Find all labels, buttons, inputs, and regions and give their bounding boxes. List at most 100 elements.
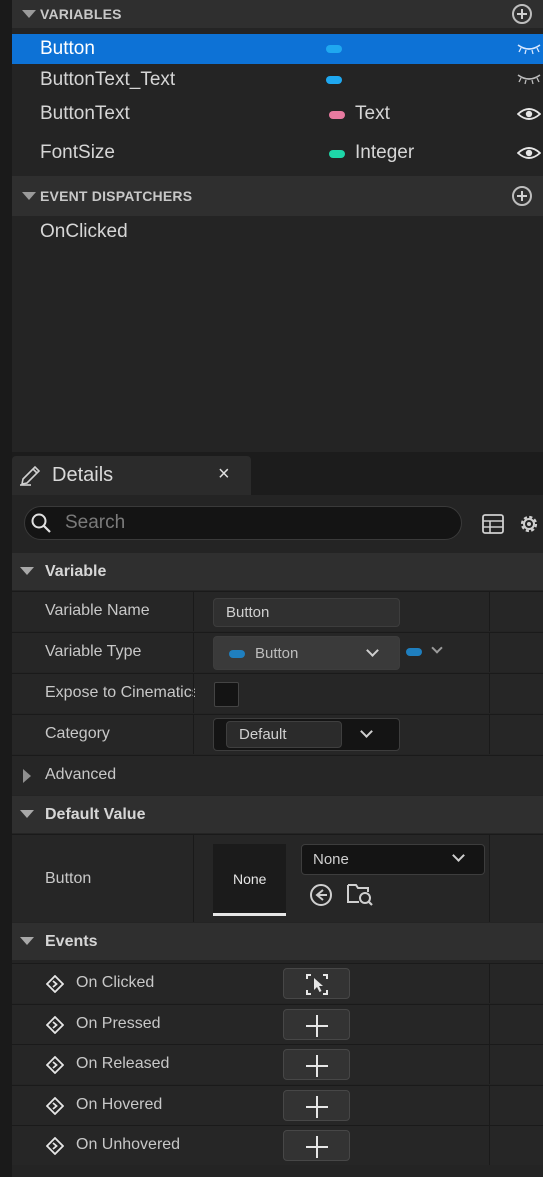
plus-icon: [306, 1136, 328, 1158]
search-input[interactable]: [65, 511, 445, 535]
variable-type-dropdown[interactable]: Button: [213, 636, 400, 670]
event-row-on-hovered: On Hovered: [12, 1085, 543, 1125]
events-category-header[interactable]: Events: [12, 923, 543, 960]
collapse-triangle-icon[interactable]: [20, 567, 34, 575]
column-splitter[interactable]: [193, 674, 194, 713]
chevron-down-icon[interactable]: [360, 725, 373, 738]
variable-name-field[interactable]: Button: [213, 598, 400, 627]
eye-icon[interactable]: [517, 146, 541, 160]
arrow-left-circle-icon[interactable]: [309, 883, 333, 907]
variable-type-pill-icon: [326, 45, 342, 53]
column-splitter[interactable]: [193, 835, 194, 922]
event-label: On Released: [76, 1055, 170, 1072]
add-event-button[interactable]: [283, 1049, 350, 1080]
expose-checkbox[interactable]: [214, 682, 239, 707]
eye-icon[interactable]: [517, 107, 541, 121]
event-row-on-unhovered: On Unhovered: [12, 1125, 543, 1165]
dispatcher-row-onclicked[interactable]: OnClicked: [12, 216, 543, 250]
advanced-row[interactable]: Advanced: [12, 755, 543, 795]
property-label: Variable Name: [45, 602, 150, 619]
column-splitter[interactable]: [193, 715, 194, 754]
asset-picker-dropdown[interactable]: None: [301, 844, 485, 875]
add-event-button[interactable]: [283, 1130, 350, 1161]
column-splitter: [489, 715, 490, 754]
collapse-triangle-icon[interactable]: [22, 10, 36, 18]
plus-icon: [306, 1096, 328, 1118]
property-label: Category: [45, 725, 110, 742]
column-splitter: [489, 835, 490, 922]
expand-triangle-icon[interactable]: [23, 769, 31, 783]
event-row-on-clicked: On Clicked: [12, 963, 543, 1003]
plus-icon: [306, 1015, 328, 1037]
gear-icon[interactable]: [517, 512, 541, 536]
plus-icon: [306, 1055, 328, 1077]
diamond-arrow-icon: [46, 1097, 64, 1115]
add-event-button[interactable]: [283, 1090, 350, 1121]
category-label: Events: [45, 933, 98, 950]
event-row-on-pressed: On Pressed: [12, 1004, 543, 1044]
variable-type-pill-icon: [329, 150, 345, 158]
variable-name-row: Variable Name Button: [12, 591, 543, 631]
category-value: Default: [239, 726, 287, 743]
collapse-triangle-icon[interactable]: [20, 810, 34, 818]
variable-row-button[interactable]: Button: [12, 34, 543, 64]
details-panel: Variable Variable Name Button Variable T…: [12, 495, 543, 1177]
event-label: On Unhovered: [76, 1136, 181, 1153]
close-tab-icon[interactable]: ×: [218, 463, 230, 486]
add-variable-icon[interactable]: [512, 4, 532, 24]
my-blueprint-panel: VARIABLES Button ButtonText_Text ButtonT…: [12, 0, 543, 452]
column-splitter: [489, 1086, 490, 1125]
container-type-chevron-icon[interactable]: [431, 642, 443, 654]
diamond-arrow-icon: [46, 1056, 64, 1074]
variable-type-row: Variable Type Button: [12, 632, 543, 672]
search-box[interactable]: [24, 506, 462, 540]
category-combo[interactable]: Default: [213, 718, 400, 751]
go-to-event-button[interactable]: [283, 968, 350, 999]
variable-name: ButtonText: [40, 103, 130, 124]
expose-to-cinematics-row: Expose to Cinematics: [12, 673, 543, 713]
category-label: Default Value: [45, 806, 146, 823]
search-icon: [31, 513, 51, 533]
diamond-arrow-icon: [46, 975, 64, 993]
variable-row-buttontext-text[interactable]: ButtonText_Text: [12, 64, 543, 98]
event-label: On Hovered: [76, 1096, 163, 1113]
thumbnail-label: None: [233, 871, 267, 887]
variables-section-header[interactable]: VARIABLES: [12, 0, 543, 28]
column-splitter: [489, 1045, 490, 1084]
column-splitter[interactable]: [193, 633, 194, 672]
table-icon[interactable]: [482, 514, 504, 534]
event-row-on-released: On Released: [12, 1044, 543, 1084]
dispatcher-name: OnClicked: [40, 221, 128, 242]
add-event-button[interactable]: [283, 1009, 350, 1040]
variable-type-pill-icon: [329, 111, 345, 119]
chevron-down-icon: [452, 849, 465, 862]
variable-name: ButtonText_Text: [40, 69, 176, 90]
variable-type-value: Button: [255, 645, 299, 662]
variable-row-buttontext[interactable]: ButtonText Text: [12, 97, 543, 131]
eye-closed-icon[interactable]: [516, 73, 542, 85]
diamond-arrow-icon: [46, 1016, 64, 1034]
category-input[interactable]: Default: [226, 721, 342, 748]
collapse-triangle-icon[interactable]: [20, 937, 34, 945]
variable-type-label: Text: [355, 103, 390, 124]
select-node-icon: [306, 974, 328, 995]
default-value-button-row: Button None None: [12, 834, 543, 922]
container-type-pill-icon[interactable]: [406, 648, 422, 656]
event-dispatchers-section-header[interactable]: EVENT DISPATCHERS: [12, 176, 543, 216]
asset-thumbnail[interactable]: None: [213, 844, 286, 916]
variable-type-pill-icon: [326, 76, 342, 84]
chevron-down-icon: [366, 644, 379, 657]
tab-details[interactable]: Details ×: [12, 456, 251, 495]
column-splitter[interactable]: [193, 592, 194, 631]
folder-search-icon[interactable]: [346, 881, 374, 907]
variable-category-header[interactable]: Variable: [12, 553, 543, 590]
tab-title: Details: [52, 464, 114, 486]
add-dispatcher-icon[interactable]: [512, 186, 532, 206]
variable-row-fontsize[interactable]: FontSize Integer: [12, 136, 543, 170]
edit-pencil-icon: [20, 465, 41, 486]
default-value-category-header[interactable]: Default Value: [12, 796, 543, 833]
event-label: On Clicked: [76, 974, 155, 991]
collapse-triangle-icon[interactable]: [22, 192, 36, 200]
column-splitter: [489, 633, 490, 672]
eye-closed-icon[interactable]: [516, 43, 542, 55]
